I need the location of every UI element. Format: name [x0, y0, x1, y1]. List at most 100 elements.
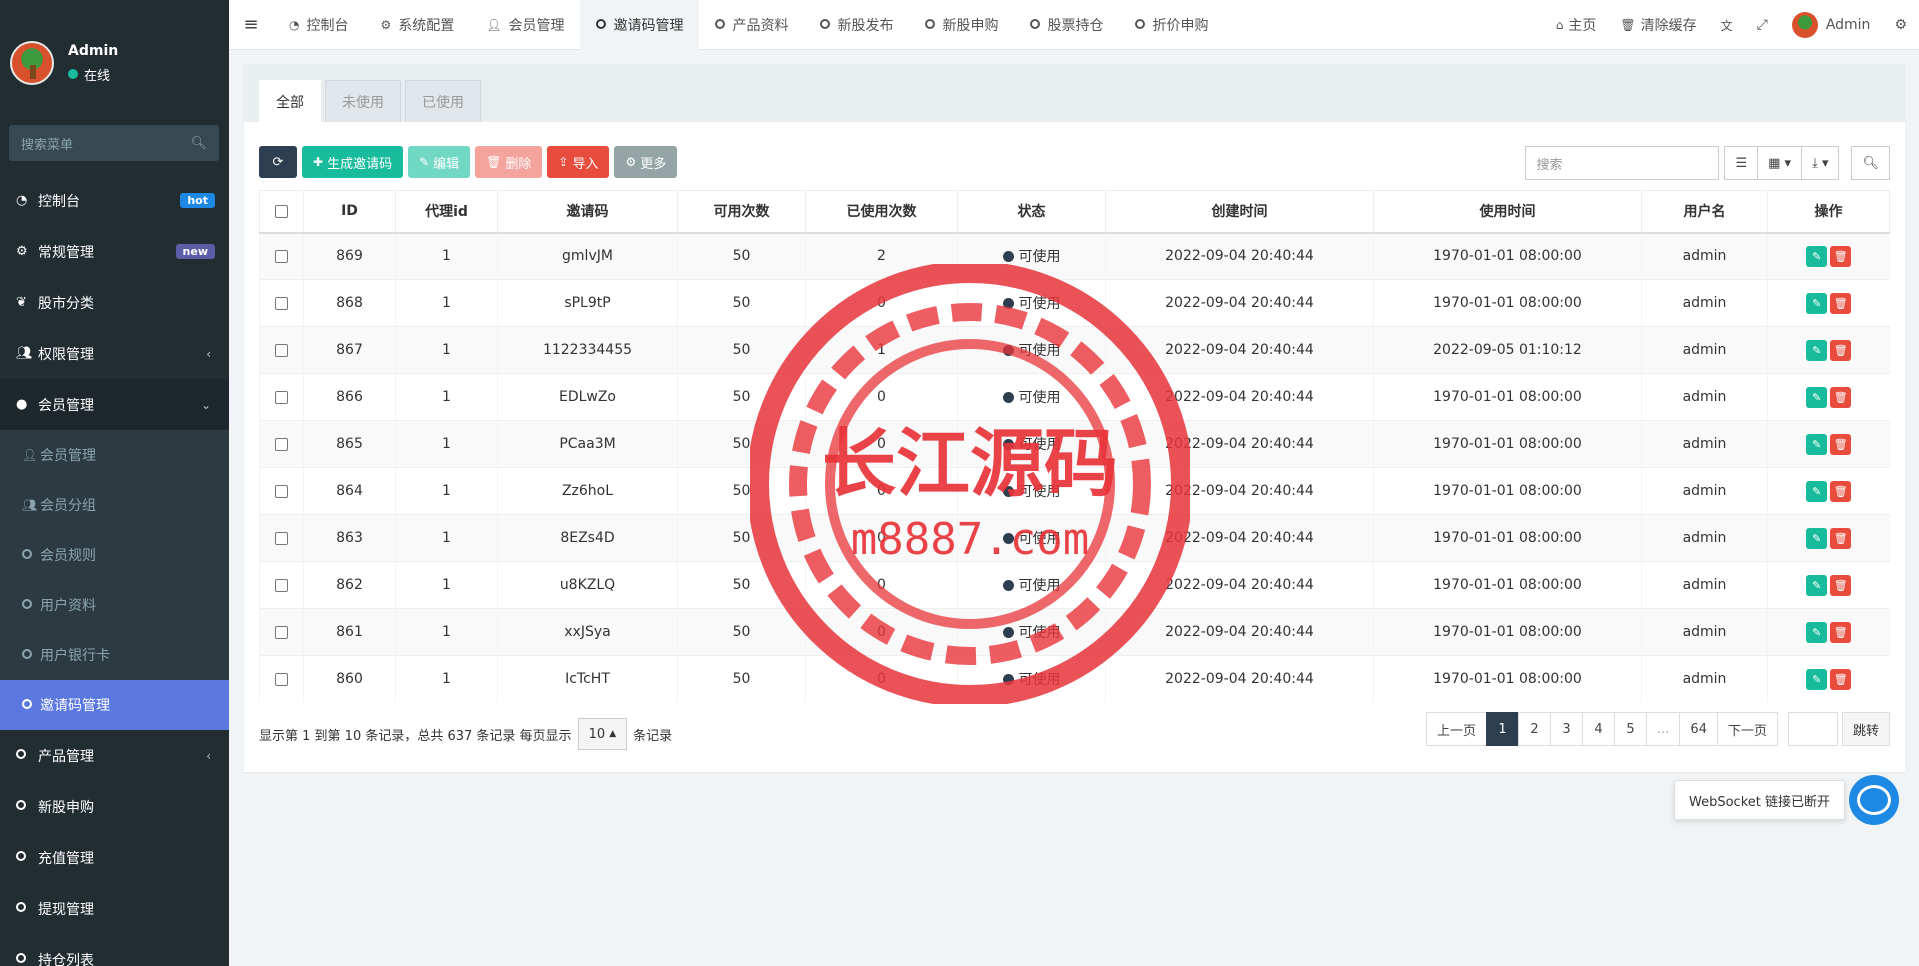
edit-row-button[interactable]: ✎: [1806, 480, 1828, 502]
row-checkbox[interactable]: [275, 578, 288, 592]
col-available[interactable]: 可用次数: [677, 190, 806, 234]
menu-toggle-icon[interactable]: ≡: [229, 14, 273, 35]
delete-row-button[interactable]: 🗑︎: [1830, 527, 1852, 549]
row-checkbox[interactable]: [275, 484, 288, 498]
table-row[interactable]: 863 1 8EZs4D 50 0 可使用 2022-09-04 20:40:44 1970-…: [259, 514, 1890, 562]
columns-button[interactable]: ▦ ▾: [1757, 146, 1803, 180]
col-status[interactable]: 状态: [957, 190, 1106, 234]
table-row[interactable]: 861 1 xxJSya 50 0 可使用 2022-09-04 20:40:44 1970-…: [259, 608, 1890, 656]
delete-row-button[interactable]: 🗑︎: [1830, 339, 1852, 361]
page-button[interactable]: 3: [1550, 712, 1584, 746]
clear-cache-button[interactable]: 🗑︎ 清除缓存: [1608, 15, 1708, 35]
table-row[interactable]: 864 1 Zz6hoL 50 0 可使用 2022-09-04 20:40:44 1970-…: [259, 467, 1890, 515]
page-button[interactable]: 4: [1582, 712, 1616, 746]
col-username[interactable]: 用户名: [1641, 190, 1768, 234]
select-all-checkbox[interactable]: [275, 204, 288, 218]
generate-code-button[interactable]: ✚ 生成邀请码: [302, 146, 404, 178]
sidebar-item-invite-codes[interactable]: 邀请码管理: [0, 680, 229, 730]
delete-row-button[interactable]: 🗑︎: [1830, 245, 1852, 267]
table-row[interactable]: 867 1 1122334455 50 1 可使用 2022-09-04 20:40:44 2…: [259, 326, 1890, 374]
fullscreen-button[interactable]: ⤢: [1745, 17, 1780, 33]
sidebar-item-user-bankcard[interactable]: 用户银行卡: [0, 630, 229, 680]
tab-product-info[interactable]: 产品资料: [699, 0, 804, 50]
chat-bubble-icon[interactable]: [1849, 775, 1899, 825]
prev-page-button[interactable]: 上一页: [1426, 712, 1488, 746]
sidebar-item-positions[interactable]: 持仓列表: [0, 934, 229, 966]
tab-dashboard[interactable]: ◔ 控制台: [273, 0, 364, 50]
sidebar-item-general[interactable]: ⚙ 常规管理 new: [0, 226, 229, 277]
sidebar-item-products[interactable]: 产品管理 ‹: [0, 730, 229, 781]
edit-row-button[interactable]: ✎: [1806, 433, 1828, 455]
delete-row-button[interactable]: 🗑︎: [1830, 292, 1852, 314]
row-checkbox[interactable]: [275, 437, 288, 451]
table-row[interactable]: 865 1 PCaa3M 50 0 可使用 2022-09-04 20:40:44 1970-…: [259, 420, 1890, 468]
sidebar-item-ipo-subscribe[interactable]: 新股申购: [0, 781, 229, 832]
row-checkbox[interactable]: [275, 343, 288, 357]
sidebar-item-user-profile[interactable]: 用户资料: [0, 580, 229, 630]
page-size-select[interactable]: 10 ▲: [577, 718, 628, 750]
admin-menu[interactable]: Admin: [1780, 12, 1883, 38]
sidebar-item-dashboard[interactable]: ◔ 控制台 hot: [0, 175, 229, 226]
edit-row-button[interactable]: ✎: [1806, 668, 1828, 690]
page-button[interactable]: 5: [1614, 712, 1648, 746]
import-button[interactable]: ⇪ 导入: [547, 146, 610, 178]
jump-page-input[interactable]: [1787, 712, 1838, 746]
col-agent-id[interactable]: 代理id: [395, 190, 498, 234]
tab-invite-codes[interactable]: 邀请码管理: [580, 0, 700, 50]
edit-row-button[interactable]: ✎: [1806, 574, 1828, 596]
search-icon[interactable]: 🔍︎: [190, 136, 207, 151]
row-checkbox[interactable]: [275, 296, 288, 310]
delete-row-button[interactable]: 🗑︎: [1830, 621, 1852, 643]
col-created[interactable]: 创建时间: [1105, 190, 1374, 234]
col-used-count[interactable]: 已使用次数: [805, 190, 958, 234]
export-button[interactable]: ⤓ ▾: [1801, 146, 1840, 180]
edit-row-button[interactable]: ✎: [1806, 245, 1828, 267]
table-row[interactable]: 866 1 EDLwZo 50 0 可使用 2022-09-04 20:40:44 1970-…: [259, 373, 1890, 421]
tab-used[interactable]: 已使用: [405, 80, 481, 122]
col-id[interactable]: ID: [303, 190, 396, 234]
sidebar-item-recharge[interactable]: 充值管理: [0, 832, 229, 883]
delete-row-button[interactable]: 🗑︎: [1830, 480, 1852, 502]
delete-row-button[interactable]: 🗑︎: [1830, 574, 1852, 596]
edit-row-button[interactable]: ✎: [1806, 386, 1828, 408]
sidebar-item-withdraw[interactable]: 提现管理: [0, 883, 229, 934]
tab-all[interactable]: 全部: [259, 80, 321, 122]
delete-row-button[interactable]: 🗑︎: [1830, 668, 1852, 690]
sidebar-item-member-rules[interactable]: 会员规则: [0, 530, 229, 580]
tab-stock-positions[interactable]: 股票持仓: [1014, 0, 1119, 50]
advanced-search-button[interactable]: 🔍︎: [1851, 146, 1890, 180]
table-row[interactable]: 869 1 gmlvJM 50 2 可使用 2022-09-04 20:40:44 1970-…: [259, 232, 1890, 280]
edit-row-button[interactable]: ✎: [1806, 621, 1828, 643]
menu-search-input[interactable]: 搜索菜单 🔍︎: [9, 125, 219, 161]
row-checkbox[interactable]: [275, 249, 288, 263]
sidebar-item-member-manage[interactable]: 👤︎ 会员管理: [0, 430, 229, 480]
more-button[interactable]: ⚙ 更多: [614, 146, 678, 178]
page-button[interactable]: 1: [1486, 712, 1520, 746]
tab-discount-subscribe[interactable]: 折价申购: [1119, 0, 1224, 50]
row-checkbox[interactable]: [275, 390, 288, 404]
table-row[interactable]: 868 1 sPL9tP 50 0 可使用 2022-09-04 20:40:44 1970-…: [259, 279, 1890, 327]
home-link[interactable]: ⌂ 主页: [1544, 15, 1609, 35]
refresh-button[interactable]: ⟳: [259, 146, 297, 178]
sidebar-item-stock-category[interactable]: ❦ 股市分类: [0, 277, 229, 328]
row-checkbox[interactable]: [275, 531, 288, 545]
edit-row-button[interactable]: ✎: [1806, 339, 1828, 361]
tab-system-config[interactable]: ⚙ 系统配置: [364, 0, 470, 50]
jump-button[interactable]: 跳转: [1841, 712, 1890, 746]
tab-ipo-subscribe[interactable]: 新股申购: [909, 0, 1014, 50]
sidebar-item-permissions[interactable]: 👥︎ 权限管理 ‹: [0, 328, 229, 379]
table-search-input[interactable]: 搜索: [1525, 146, 1720, 180]
delete-row-button[interactable]: 🗑︎: [1830, 386, 1852, 408]
toggle-view-button[interactable]: ☰: [1724, 146, 1759, 180]
table-row[interactable]: 860 1 IcTcHT 50 0 可使用 2022-09-04 20:40:44 1970-…: [259, 655, 1890, 703]
sidebar-item-member-group[interactable]: 👥︎ 会员分组: [0, 480, 229, 530]
row-checkbox[interactable]: [275, 625, 288, 639]
page-button[interactable]: 64: [1679, 712, 1718, 746]
edit-row-button[interactable]: ✎: [1806, 527, 1828, 549]
col-used-time[interactable]: 使用时间: [1373, 190, 1642, 234]
delete-button[interactable]: 🗑︎ 删除: [475, 146, 543, 178]
row-checkbox[interactable]: [275, 672, 288, 686]
tab-unused[interactable]: 未使用: [325, 80, 401, 122]
page-button[interactable]: 2: [1518, 712, 1552, 746]
tab-member-manage[interactable]: 👤︎ 会员管理: [470, 0, 580, 50]
